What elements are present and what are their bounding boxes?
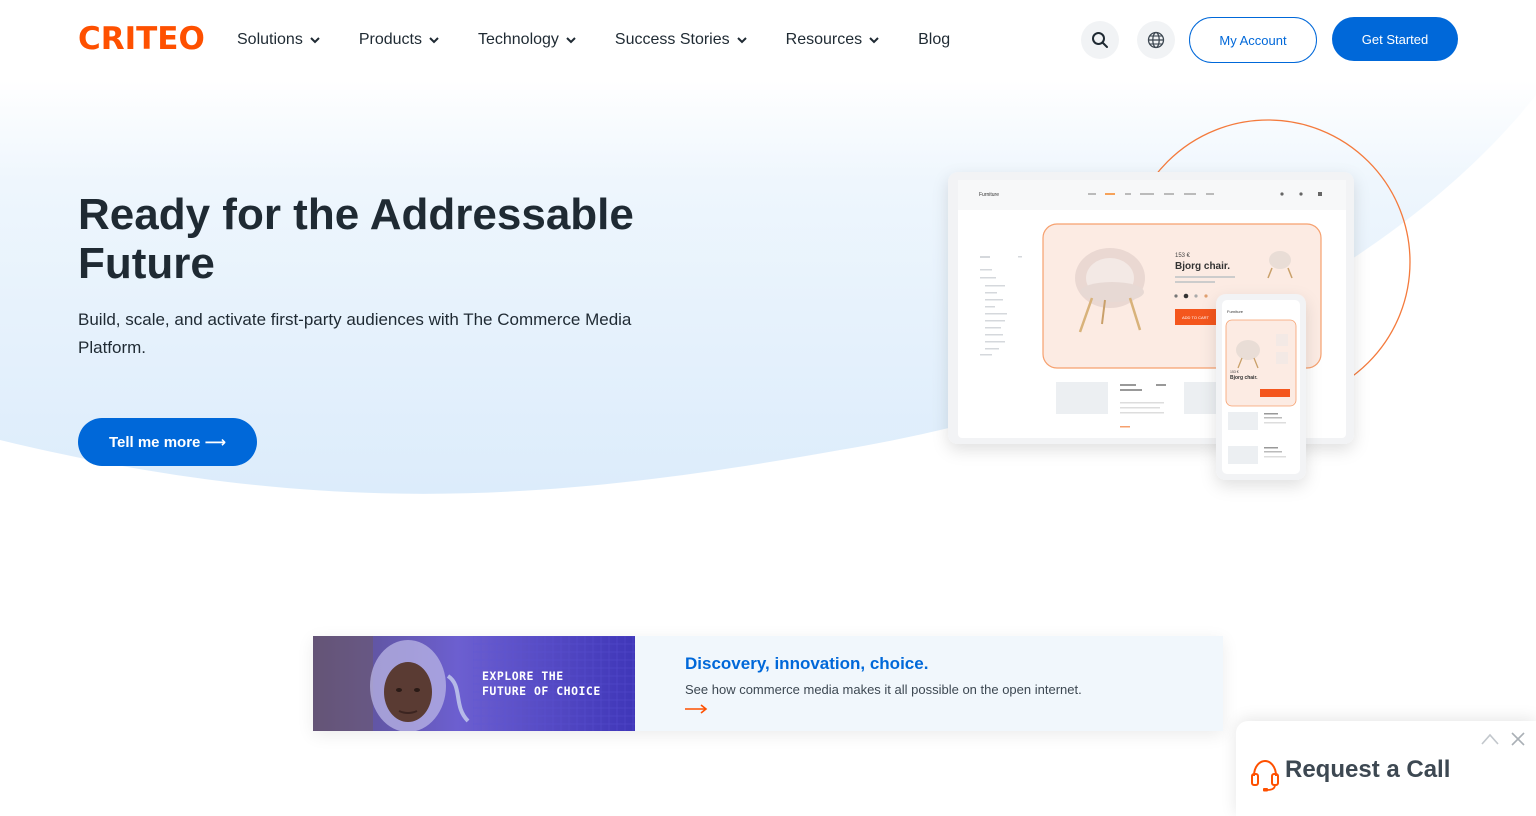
nav-label: Success Stories <box>614 31 730 48</box>
phone-price: 153 € <box>1230 370 1239 374</box>
promo-banner[interactable]: EXPLORE THE FUTURE OF CHOICE Discovery, … <box>313 636 1223 731</box>
promo-description: See how commerce media makes it all poss… <box>685 682 1082 697</box>
hero-subtitle: Build, scale, and activate first-party a… <box>78 310 632 357</box>
nav-item-resources[interactable]: Resources <box>786 28 880 52</box>
phone-product-name: Bjorg chair. <box>1230 375 1258 381</box>
close-icon[interactable] <box>1510 731 1526 747</box>
tablet-price: 153 € <box>1175 253 1191 259</box>
globe-icon <box>1147 31 1165 49</box>
tablet-title: Furniture <box>979 192 999 198</box>
language-button[interactable] <box>1137 21 1175 59</box>
request-call-label[interactable]: Request a Call <box>1285 756 1450 784</box>
nav-label: Products <box>358 31 422 48</box>
get-started-button[interactable]: Get Started <box>1332 17 1458 61</box>
promo-overlay-line2: FUTURE OF CHOICE <box>482 684 601 698</box>
main-nav: Solutions Products Technology Success St… <box>237 28 950 52</box>
chevron-down-icon <box>429 37 439 44</box>
nav-label: Blog <box>918 31 951 48</box>
search-icon <box>1092 32 1108 48</box>
promo-title: Discovery, innovation, choice. <box>685 654 929 673</box>
phone-title: Furniture <box>1227 309 1244 314</box>
nav-label: Solutions <box>237 31 303 48</box>
criteo-logo[interactable]: CRITEO <box>78 21 205 57</box>
chevron-down-icon <box>566 37 576 44</box>
nav-item-success-stories[interactable]: Success Stories <box>615 28 748 52</box>
nav-label: Resources <box>785 31 863 48</box>
chevron-down-icon <box>310 37 320 44</box>
nav-item-technology[interactable]: Technology <box>478 28 577 52</box>
logo-text: CRITEO <box>78 21 205 57</box>
nav-item-solutions[interactable]: Solutions <box>237 28 321 52</box>
promo-image: EXPLORE THE FUTURE OF CHOICE <box>313 636 635 731</box>
device-mockup-illustration: Furniture 153 € Bjorg chair. ADD TO CART… <box>948 119 1411 480</box>
request-call-widget[interactable]: Request a Call <box>1236 721 1536 816</box>
add-to-cart-label: ADD TO CART <box>1182 315 1209 320</box>
promo-overlay-line1: EXPLORE THE <box>482 669 564 683</box>
my-account-button[interactable]: My Account <box>1189 17 1317 63</box>
tablet-product-name: Bjorg chair. <box>1175 261 1230 272</box>
promo-overlay-text: EXPLORE THE FUTURE OF CHOICE <box>482 669 601 699</box>
tell-me-more-button[interactable]: Tell me more ⟶ <box>78 418 257 466</box>
search-button[interactable] <box>1081 21 1119 59</box>
chevron-up-icon[interactable] <box>1480 731 1500 747</box>
nav-item-products[interactable]: Products <box>359 28 440 52</box>
arrow-right-icon[interactable] <box>685 702 709 716</box>
chevron-down-icon <box>869 37 879 44</box>
headset-icon <box>1251 759 1279 792</box>
nav-item-blog[interactable]: Blog <box>918 28 950 52</box>
site-header: CRITEO Solutions Products Technology Suc… <box>0 0 1536 80</box>
hero-title: Ready for the Addressable Future <box>78 190 634 288</box>
nav-label: Technology <box>477 31 559 48</box>
chevron-down-icon <box>736 37 747 44</box>
